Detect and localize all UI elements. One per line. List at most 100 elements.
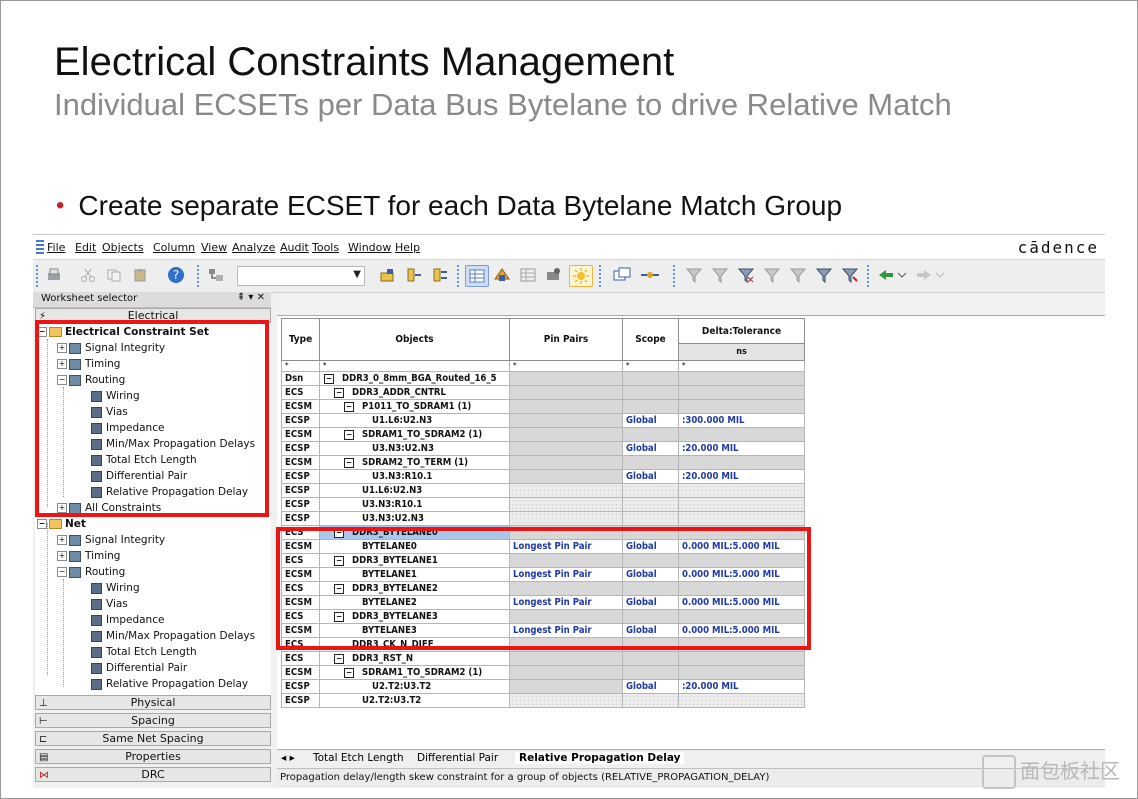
cell-pin-pairs[interactable]: [509, 693, 623, 708]
cell-type[interactable]: ECSP: [281, 483, 320, 498]
cell-object[interactable]: − SDRAM1_TO_SDRAM2 (1): [319, 427, 510, 442]
filter2-icon[interactable]: [709, 265, 731, 285]
cell-scope[interactable]: Global: [622, 679, 679, 694]
cell-scope[interactable]: [622, 511, 679, 526]
cell-type[interactable]: ECSP: [281, 469, 320, 484]
cell-object[interactable]: U2.T2:U3.T2: [319, 679, 510, 694]
tab-differential-pair[interactable]: Differential Pair: [417, 752, 498, 764]
cell-delta[interactable]: :20.000 MIL: [678, 679, 805, 694]
grid-icon[interactable]: [465, 265, 489, 287]
col-header-type[interactable]: Type: [281, 318, 320, 361]
cell-type[interactable]: ECSP: [281, 679, 320, 694]
paste-icon[interactable]: [129, 265, 151, 285]
cell-object[interactable]: U1.L6:U2.N3: [319, 483, 510, 498]
menu-help[interactable]: Help: [395, 241, 420, 254]
filter-cell[interactable]: *: [622, 360, 679, 372]
filter5-icon[interactable]: [787, 265, 809, 285]
tree-net-total-etch-length[interactable]: Total Etch Length: [91, 644, 197, 660]
cell-delta[interactable]: [678, 651, 805, 666]
cell-scope[interactable]: [622, 665, 679, 680]
collapse-icon[interactable]: −: [334, 387, 344, 398]
link-icon[interactable]: [639, 265, 661, 285]
table-row[interactable]: ECSP U1.L6:U2.N3: [281, 483, 805, 498]
cell-type[interactable]: ECSP: [281, 511, 320, 526]
cell-pin-pairs[interactable]: [509, 665, 623, 680]
pane-controls-icon[interactable]: ⇞ ▾ ✕: [237, 292, 265, 303]
print-icon[interactable]: [43, 265, 65, 285]
pin-icon[interactable]: [403, 265, 425, 285]
table-row[interactable]: ECS − DDR3_ADDR_CNTRL: [281, 385, 805, 400]
table-row[interactable]: Dsn − DDR3_0_8mm_BGA_Routed_16_5: [281, 371, 805, 386]
table-row[interactable]: ECSP U3.N3:U2.N3 Global:20.000 MIL: [281, 441, 805, 456]
table-row[interactable]: ECSM − SDRAM2_TO_TERM (1): [281, 455, 805, 470]
cell-delta[interactable]: [678, 665, 805, 680]
cell-delta[interactable]: :300.000 MIL: [678, 413, 805, 428]
cell-pin-pairs[interactable]: [509, 427, 623, 442]
cell-delta[interactable]: [678, 385, 805, 400]
cell-scope[interactable]: [622, 455, 679, 470]
collapse-icon[interactable]: −: [344, 429, 354, 440]
tree-net-wiring[interactable]: Wiring: [91, 580, 140, 596]
col-header-scope[interactable]: Scope: [622, 318, 679, 361]
cell-delta[interactable]: [678, 427, 805, 442]
filter4-icon[interactable]: [761, 265, 783, 285]
category-properties[interactable]: ▤ Properties: [35, 749, 271, 764]
cell-pin-pairs[interactable]: [509, 441, 623, 456]
collapse-icon[interactable]: −: [344, 667, 354, 678]
filter7-icon[interactable]: [839, 265, 861, 285]
filter-cell[interactable]: *: [281, 360, 320, 372]
table-row[interactable]: ECSP U3.N3:U2.N3: [281, 511, 805, 526]
cell-type[interactable]: ECSM: [281, 427, 320, 442]
cell-object[interactable]: − DDR3_RST_N: [319, 651, 510, 666]
cell-object[interactable]: − P1011_TO_SDRAM1 (1): [319, 399, 510, 414]
table-row[interactable]: ECSP U2.T2:U3.T2 Global:20.000 MIL: [281, 679, 805, 694]
tree-net-routing[interactable]: − Routing: [57, 564, 125, 580]
back-icon[interactable]: [875, 265, 909, 285]
cell-pin-pairs[interactable]: [509, 399, 623, 414]
tab-nav-icon[interactable]: ◂ ▸: [281, 752, 295, 764]
tree-net-relative-propagation-delay[interactable]: Relative Propagation Delay: [91, 676, 248, 692]
tree-net-vias[interactable]: Vias: [91, 596, 128, 612]
tree-net[interactable]: − Net: [37, 516, 86, 532]
copy-icon[interactable]: [103, 265, 125, 285]
cell-type[interactable]: ECSM: [281, 399, 320, 414]
analyze-icon[interactable]: [491, 265, 513, 285]
cut-icon[interactable]: [77, 265, 99, 285]
cell-object[interactable]: − SDRAM2_TO_TERM (1): [319, 455, 510, 470]
menu-edit[interactable]: Edit: [75, 241, 96, 254]
cell-scope[interactable]: Global: [622, 413, 679, 428]
sun-icon[interactable]: [569, 265, 593, 287]
tree-net-impedance[interactable]: Impedance: [91, 612, 164, 628]
table-row[interactable]: ECS − DDR3_RST_N: [281, 651, 805, 666]
cell-delta[interactable]: [678, 455, 805, 470]
cell-scope[interactable]: [622, 693, 679, 708]
category-spacing[interactable]: ⊢ Spacing: [35, 713, 271, 728]
col-header-delta-tolerance[interactable]: Delta:Tolerance: [678, 318, 805, 344]
menu-objects[interactable]: Objects: [102, 241, 144, 254]
cell-pin-pairs[interactable]: [509, 511, 623, 526]
filter6-icon[interactable]: [813, 265, 835, 285]
filter3-icon[interactable]: [735, 265, 757, 285]
pin2-icon[interactable]: [429, 265, 451, 285]
cell-object[interactable]: U1.L6:U2.N3: [319, 413, 510, 428]
tree-net-min-max-propagation-delays[interactable]: Min/Max Propagation Delays: [91, 628, 255, 644]
collapse-icon[interactable]: −: [334, 653, 344, 664]
cell-object[interactable]: U3.N3:U2.N3: [319, 511, 510, 526]
cell-object[interactable]: U3.N3:R10.1: [319, 497, 510, 512]
cell-scope[interactable]: [622, 385, 679, 400]
category-drc[interactable]: ⋈ DRC: [35, 767, 271, 782]
collapse-icon[interactable]: −: [324, 373, 334, 384]
cell-type[interactable]: ECSP: [281, 441, 320, 456]
cell-scope[interactable]: Global: [622, 469, 679, 484]
cell-scope[interactable]: Global: [622, 441, 679, 456]
cell-scope[interactable]: [622, 427, 679, 442]
table-row[interactable]: ECSP U1.L6:U2.N3 Global:300.000 MIL: [281, 413, 805, 428]
menu-file[interactable]: File: [47, 241, 65, 254]
cell-delta[interactable]: [678, 483, 805, 498]
category-physical[interactable]: ⊥ Physical: [35, 695, 271, 710]
filter-icon[interactable]: [205, 265, 227, 285]
cell-type[interactable]: ECSM: [281, 665, 320, 680]
cell-pin-pairs[interactable]: [509, 651, 623, 666]
filter1-icon[interactable]: [683, 265, 705, 285]
menu-tools[interactable]: Tools: [312, 241, 339, 254]
